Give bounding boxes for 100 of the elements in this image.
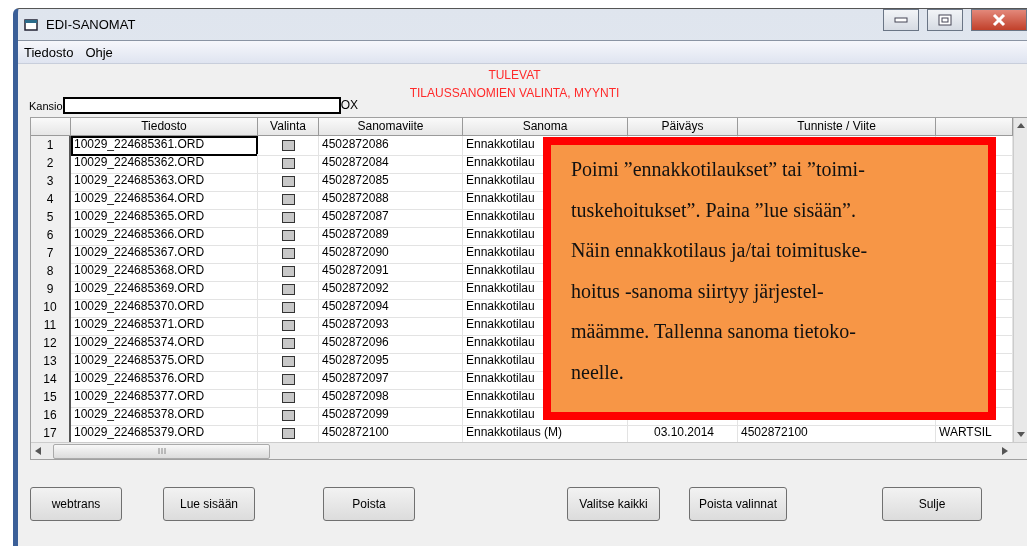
minimize-button[interactable] xyxy=(883,9,919,31)
table-cell[interactable]: 10029_224685361.ORD xyxy=(71,136,258,156)
column-header[interactable]: Tunniste / Viite xyxy=(738,118,936,136)
checkbox[interactable] xyxy=(281,392,295,403)
row-number: 2 xyxy=(31,154,71,174)
column-header[interactable]: Valinta xyxy=(258,118,319,136)
folder-suffix: OX xyxy=(340,98,358,112)
checkbox[interactable] xyxy=(281,194,295,205)
action-button[interactable]: Lue sisään xyxy=(163,487,255,521)
row-number: 17 xyxy=(31,424,71,444)
checkbox[interactable] xyxy=(281,374,295,385)
action-button[interactable]: Valitse kaikki xyxy=(567,487,660,521)
column-header[interactable]: Päiväys xyxy=(628,118,738,136)
table-cell[interactable]: 10029_224685370.ORD xyxy=(71,298,258,318)
scrollbar-thumb[interactable] xyxy=(53,443,270,459)
table-cell[interactable]: 10029_224685375.ORD xyxy=(71,352,258,372)
row-number: 15 xyxy=(31,388,71,408)
menu-item[interactable]: Ohje xyxy=(85,44,113,60)
table-cell: 4502872087 xyxy=(319,208,463,228)
window-icon xyxy=(24,18,38,31)
table-cell: 4502872092 xyxy=(319,280,463,300)
checkbox[interactable] xyxy=(281,320,295,331)
maximize-icon xyxy=(938,13,952,26)
row-number: 4 xyxy=(31,190,71,210)
checkbox[interactable] xyxy=(281,230,295,241)
menu-item[interactable]: Tiedosto xyxy=(24,44,74,60)
checkbox[interactable] xyxy=(281,428,295,439)
maximize-button[interactable] xyxy=(927,9,963,31)
column-header[interactable]: Sanomaviite xyxy=(319,118,463,136)
checkbox[interactable] xyxy=(281,410,295,421)
checkbox[interactable] xyxy=(281,212,295,223)
table-cell: 4502872093 xyxy=(319,316,463,336)
table-cell: 4502872088 xyxy=(319,190,463,210)
checkbox[interactable] xyxy=(281,266,295,277)
checkbox[interactable] xyxy=(281,158,295,169)
row-number: 12 xyxy=(31,334,71,354)
row-number: 9 xyxy=(31,280,71,300)
column-header[interactable]: Tiedosto xyxy=(71,118,258,136)
table-cell[interactable]: 10029_224685376.ORD xyxy=(71,370,258,390)
row-number: 10 xyxy=(31,298,71,318)
table-cell: 4502872095 xyxy=(319,352,463,372)
checkbox[interactable] xyxy=(281,356,295,367)
action-button[interactable]: Sulje xyxy=(882,487,982,521)
table-cell: 4502872091 xyxy=(319,262,463,282)
row-number: 7 xyxy=(31,244,71,264)
table-cell: 4502872084 xyxy=(319,154,463,174)
scroll-left-icon[interactable] xyxy=(35,447,41,455)
table-cell: 4502872096 xyxy=(319,334,463,354)
row-number: 11 xyxy=(31,316,71,336)
scroll-down-icon[interactable] xyxy=(1017,432,1025,437)
table-cell[interactable]: 10029_224685377.ORD xyxy=(71,388,258,408)
vertical-scrollbar[interactable] xyxy=(1013,118,1027,442)
scroll-right-icon[interactable] xyxy=(1002,447,1008,455)
checkbox[interactable] xyxy=(281,284,295,295)
table-cell[interactable]: 10029_224685364.ORD xyxy=(71,190,258,210)
row-number: 5 xyxy=(31,208,71,228)
table-cell[interactable]: 10029_224685366.ORD xyxy=(71,226,258,246)
table-cell[interactable]: 10029_224685374.ORD xyxy=(71,334,258,354)
table-cell[interactable]: 10029_224685367.ORD xyxy=(71,244,258,264)
table-cell: 4502872098 xyxy=(319,388,463,408)
table-cell[interactable]: 10029_224685369.ORD xyxy=(71,280,258,300)
scroll-up-icon[interactable] xyxy=(1017,123,1025,128)
table-cell: 4502872099 xyxy=(319,406,463,426)
row-number: 14 xyxy=(31,370,71,390)
table-cell[interactable]: 10029_224685368.ORD xyxy=(71,262,258,282)
row-number: 6 xyxy=(31,226,71,246)
table-cell: 4502872089 xyxy=(319,226,463,246)
checkbox[interactable] xyxy=(281,248,295,259)
minimize-icon xyxy=(894,16,908,23)
checkbox[interactable] xyxy=(281,176,295,187)
checkbox[interactable] xyxy=(281,140,295,151)
grip-icon xyxy=(157,448,166,454)
checkbox[interactable] xyxy=(281,338,295,349)
folder-label: Kansio xyxy=(29,100,63,112)
action-button[interactable]: webtrans xyxy=(30,487,122,521)
column-header[interactable]: Sanoma xyxy=(463,118,628,136)
row-number: 1 xyxy=(31,136,71,156)
window-title: EDI-SANOMAT xyxy=(46,17,136,32)
row-number: 16 xyxy=(31,406,71,426)
table-cell: 4502872094 xyxy=(319,298,463,318)
row-number: 13 xyxy=(31,352,71,372)
row-number: 3 xyxy=(31,172,71,192)
heading-text: TULEVAT xyxy=(488,67,541,84)
table-cell[interactable]: 10029_224685363.ORD xyxy=(71,172,258,192)
table-cell: 4502872086 xyxy=(319,136,463,156)
table-cell[interactable]: 10029_224685378.ORD xyxy=(71,406,258,426)
row-number: 8 xyxy=(31,262,71,282)
table-cell[interactable]: 10029_224685362.ORD xyxy=(71,154,258,174)
table-cell: 4502872097 xyxy=(319,370,463,390)
table-cell[interactable]: 10029_224685365.ORD xyxy=(71,208,258,228)
close-icon xyxy=(991,12,1007,27)
table-cell[interactable]: 10029_224685371.ORD xyxy=(71,316,258,336)
table-cell: 4502872090 xyxy=(319,244,463,264)
column-header[interactable] xyxy=(936,118,1013,136)
action-button[interactable]: Poista xyxy=(323,487,415,521)
close-button[interactable] xyxy=(971,9,1027,31)
folder-field[interactable] xyxy=(62,97,341,114)
table-cell: 4502872085 xyxy=(319,172,463,192)
checkbox[interactable] xyxy=(281,302,295,313)
action-button[interactable]: Poista valinnat xyxy=(689,487,787,521)
